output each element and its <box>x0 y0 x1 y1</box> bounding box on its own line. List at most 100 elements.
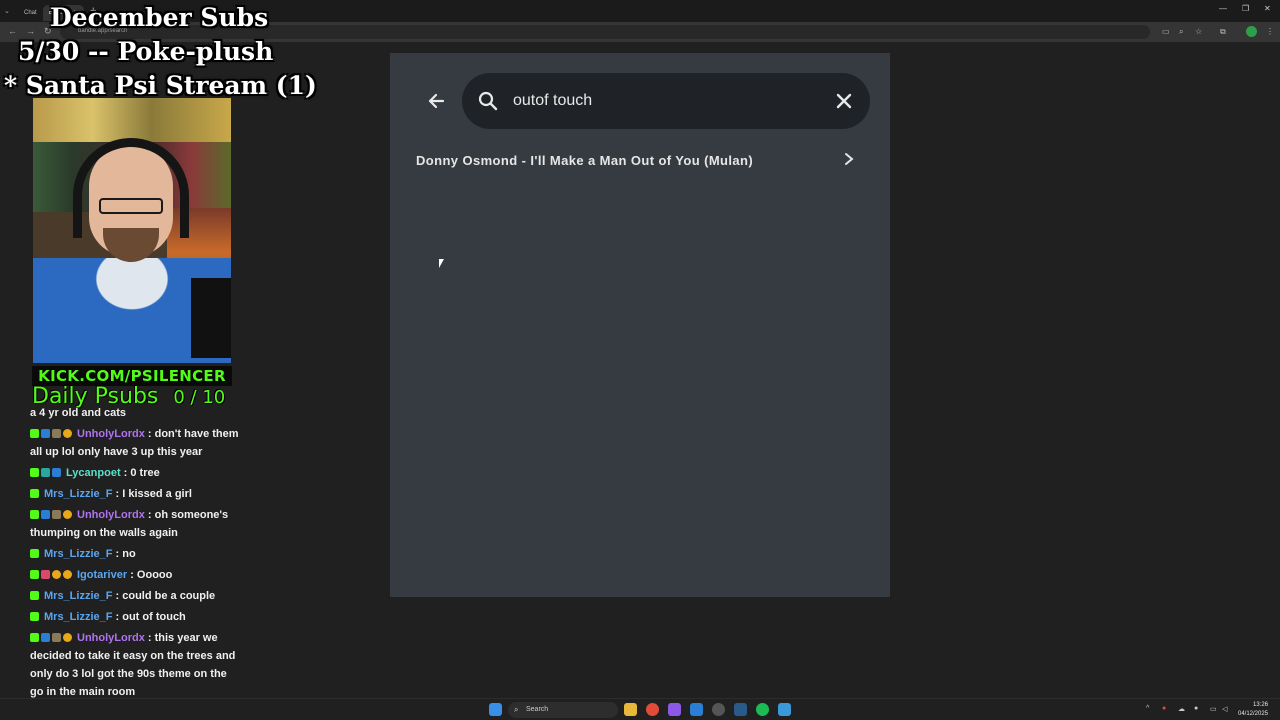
notepad-icon[interactable] <box>778 703 791 716</box>
result-title: Donny Osmond - I'll Make a Man Out of Yo… <box>416 152 754 168</box>
clear-search-button[interactable] <box>834 89 854 113</box>
tab-search-icon[interactable]: ⌄ <box>4 7 18 15</box>
chat-badge-icon <box>30 468 39 477</box>
chevron-right-icon <box>845 153 854 165</box>
chat-message-text: : out of touch <box>112 611 186 623</box>
chat-message: Mrs_Lizzie_F : I kissed a girl <box>30 485 240 503</box>
chat-message: UnholyLordx : don't have them all up lol… <box>30 425 240 461</box>
webcam-feed <box>33 98 231 363</box>
arrow-left-icon <box>428 93 445 109</box>
chat-badge-icon <box>63 429 72 438</box>
chat-message-text: : I kissed a girl <box>112 488 192 500</box>
profile-avatar[interactable] <box>1246 26 1257 37</box>
chat-badge-icon <box>52 510 61 519</box>
screen: ⌄ Chat Bandle × + — ❐ ✕ ← → ↻ bandle.app… <box>0 0 1280 720</box>
monitor-icon[interactable]: ▭ <box>1210 705 1217 713</box>
spotify-icon[interactable] <box>756 703 769 716</box>
chat-message: Igotariver : Ooooo <box>30 566 240 584</box>
app-icon[interactable] <box>690 703 703 716</box>
chat-badge-icon <box>30 429 39 438</box>
chat-badge-icon <box>30 570 39 579</box>
minimize-icon[interactable]: — <box>1219 4 1227 13</box>
chat-message: Mrs_Lizzie_F : out of touch <box>30 608 240 626</box>
zoom-icon[interactable]: ⌕ <box>1179 27 1183 37</box>
menu-icon[interactable]: ⋮ <box>1266 27 1274 36</box>
search-panel <box>390 53 890 597</box>
chat-message: Mrs_Lizzie_F : could be a couple <box>30 587 240 605</box>
search-input[interactable] <box>513 90 803 112</box>
cloud-icon[interactable]: ☁ <box>1178 705 1185 713</box>
kick-channel-banner: KICK.COM/PSILENCER <box>32 366 232 386</box>
back-nav-icon[interactable]: ← <box>8 26 17 36</box>
chat-username[interactable]: Mrs_Lizzie_F <box>44 488 112 500</box>
chat-username[interactable]: Mrs_Lizzie_F <box>44 611 112 623</box>
back-arrow-button[interactable] <box>425 88 447 114</box>
forward-nav-icon[interactable]: → <box>26 26 35 36</box>
discord-icon[interactable] <box>668 703 681 716</box>
chat-badge-icon <box>30 510 39 519</box>
obs-icon[interactable] <box>712 703 725 716</box>
chat-username[interactable]: Mrs_Lizzie_F <box>44 590 112 602</box>
restore-icon[interactable]: ❐ <box>1242 4 1249 13</box>
chat-message: UnholyLordx : oh someone's thumping on t… <box>30 506 240 542</box>
webcam-beard <box>103 228 159 262</box>
file-explorer-icon[interactable] <box>624 703 637 716</box>
tray-overflow-icon[interactable]: ^ <box>1146 705 1149 712</box>
search-icon <box>478 91 498 111</box>
chat-badge-icon <box>30 489 39 498</box>
bookmark-star-icon[interactable]: ☆ <box>1195 27 1202 36</box>
clock-date: 04/12/2025 <box>1238 711 1269 717</box>
chat-username[interactable]: Mrs_Lizzie_F <box>44 548 112 560</box>
chat-message-text: : Ooooo <box>127 569 173 581</box>
windows-start-icon[interactable] <box>489 703 502 716</box>
chat-username[interactable]: Igotariver <box>77 569 127 581</box>
chat-message-text: : could be a couple <box>112 590 216 602</box>
chat-username[interactable]: Lycanpoet <box>66 467 121 479</box>
chat-username[interactable]: UnholyLordx <box>77 509 145 521</box>
close-window-icon[interactable]: ✕ <box>1264 4 1271 13</box>
chat-badge-icon <box>41 570 50 579</box>
chat-message: a 4 yr old and cats <box>30 404 240 422</box>
taskbar-search[interactable]: ⌕ Search <box>508 702 618 718</box>
chat-badge-icon <box>52 633 61 642</box>
close-icon <box>836 93 852 109</box>
chat-badge-icon <box>63 633 72 642</box>
tray-app-icon[interactable]: ● <box>1162 705 1166 712</box>
overlay-title-line-1: December Subs <box>50 3 269 32</box>
chat-badge-icon <box>41 468 50 477</box>
chat-username[interactable]: UnholyLordx <box>77 428 145 440</box>
tab-chat[interactable]: Chat <box>18 5 43 21</box>
extensions-icon[interactable]: ⧉ <box>1220 27 1226 37</box>
chat-badge-icon <box>41 633 50 642</box>
mouse-cursor <box>439 259 444 268</box>
chat-badge-icon <box>52 429 61 438</box>
chat-badge-icon <box>63 510 72 519</box>
search-icon: ⌕ <box>514 705 519 714</box>
chat-badge-icon <box>30 549 39 558</box>
steam-icon[interactable] <box>734 703 747 716</box>
search-result-item[interactable]: Donny Osmond - I'll Make a Man Out of Yo… <box>404 148 864 172</box>
chat-badge-icon <box>41 510 50 519</box>
taskbar-clock[interactable]: 13:26 04/12/2025 <box>1238 701 1268 719</box>
tab-label: Chat <box>24 9 37 16</box>
webcam-shelf <box>33 98 231 142</box>
chat-message-text: a 4 yr old and cats <box>30 407 126 419</box>
overlay-title-line-3: * Santa Psi Stream (1) <box>4 71 317 100</box>
clock-time: 13:26 <box>1253 702 1269 708</box>
chrome-icon[interactable] <box>646 703 659 716</box>
volume-icon[interactable]: ◁ <box>1222 705 1227 713</box>
chat-badge-icon <box>30 612 39 621</box>
chat-badge-icon <box>63 570 72 579</box>
chat-message: Lycanpoet : 0 tree <box>30 464 240 482</box>
chat-badge-icon <box>52 468 61 477</box>
search-bar <box>462 73 870 129</box>
windows-taskbar: ⌕ Search ^ ● ☁ ● ▭ ◁ 13:26 04/12/2025 <box>0 698 1280 720</box>
chat-username[interactable]: UnholyLordx <box>77 632 145 644</box>
microphone-icon <box>191 278 231 358</box>
chat-feed: a 4 yr old and cats UnholyLordx : don't h… <box>30 404 240 704</box>
chat-badge-icon <box>41 429 50 438</box>
overlay-title-line-2: 5/30 -- Poke-plush <box>18 37 274 66</box>
cast-icon[interactable]: ▭ <box>1162 27 1170 36</box>
mic-tray-icon[interactable]: ● <box>1194 705 1198 712</box>
chat-message-text: : 0 tree <box>120 467 160 479</box>
